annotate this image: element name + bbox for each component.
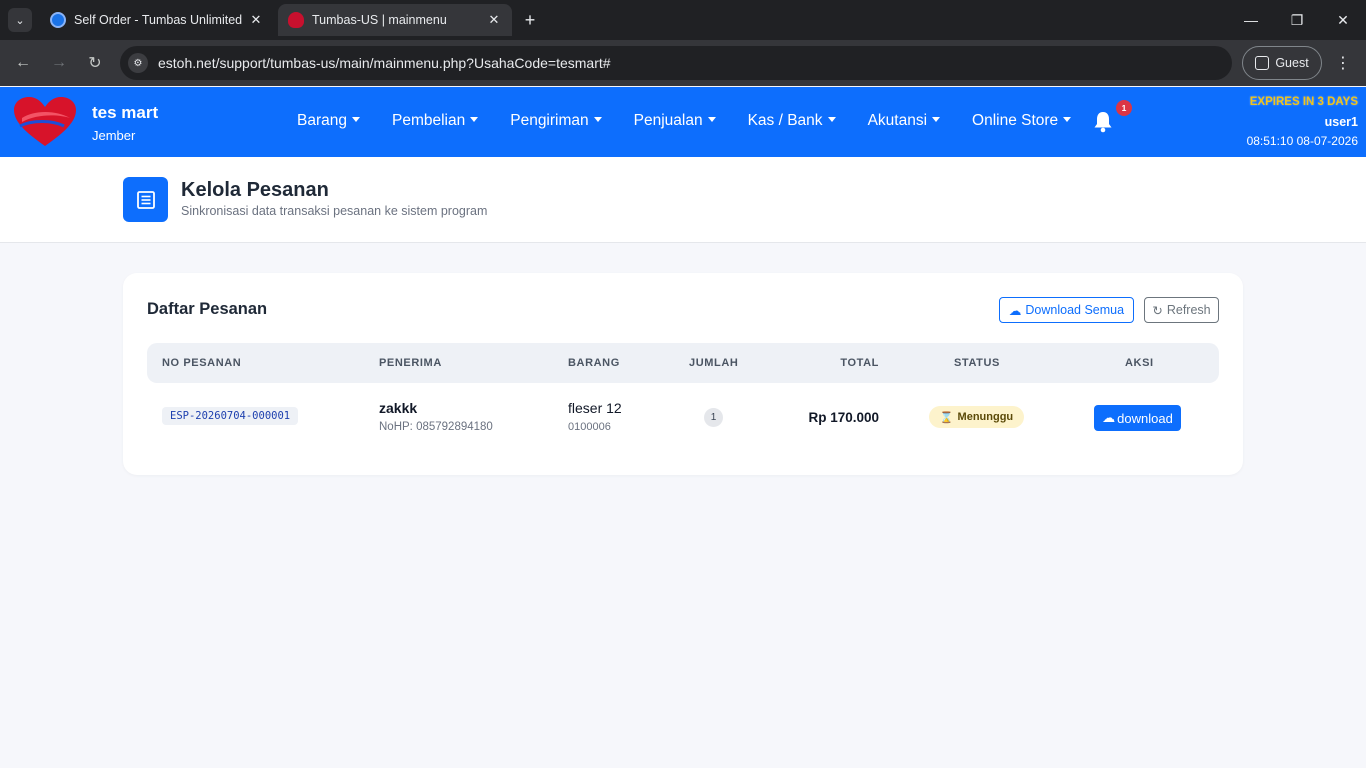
notification-badge: 1	[1116, 100, 1132, 116]
order-number: ESP-20260704-000001	[162, 407, 299, 425]
brand-name: tes mart	[92, 103, 159, 122]
column-header: JUMLAH	[689, 357, 739, 369]
new-tab-button[interactable]: +	[518, 8, 542, 32]
item-code: 0100006	[568, 421, 611, 433]
chevron-down-icon: ⌄	[15, 14, 25, 27]
column-header: STATUS	[954, 357, 1000, 369]
recipient-name: zakkk	[379, 400, 418, 416]
browser-menu-button[interactable]: ⋮	[1334, 51, 1352, 75]
refresh-button[interactable]: ↻ Refresh	[1144, 297, 1219, 323]
main-menu: Barang Pembelian Pengiriman Penjualan Ka…	[297, 112, 1103, 130]
caret-down-icon	[351, 117, 360, 122]
profile-icon	[1255, 56, 1270, 70]
menu-pengiriman[interactable]: Pengiriman	[510, 112, 602, 130]
profile-label: Guest	[1275, 56, 1309, 70]
url-text[interactable]: estoh.net/support/tumbas-us/main/mainmen…	[158, 55, 611, 71]
tab-favicon-icon	[50, 12, 66, 28]
brand-city: Jember	[92, 128, 136, 143]
minimize-button[interactable]: —	[1228, 0, 1274, 40]
back-button[interactable]: ←	[11, 51, 35, 75]
expires-notice: EXPIRES IN 3 DAYS	[1249, 96, 1358, 108]
caret-down-icon	[470, 117, 479, 122]
item-name: fleser 12	[568, 400, 622, 416]
browser-tab-mainmenu[interactable]: Tumbas-US | mainmenu ✕	[278, 4, 512, 36]
tab-title: Self Order - Tumbas Unlimited	[74, 13, 243, 27]
hourglass-icon: ⌛	[939, 411, 954, 424]
download-order-button[interactable]: ☁ download	[1094, 405, 1181, 431]
caret-down-icon	[932, 117, 941, 122]
orders-card: Daftar Pesanan ☁ Download Semua ↻ Refres…	[123, 273, 1243, 475]
browser-toolbar: ← → ↻ ⚙ estoh.net/support/tumbas-us/main…	[0, 40, 1366, 86]
reload-button[interactable]: ↻	[83, 51, 107, 75]
table-row: ESP-20260704-000001 zakkk NoHP: 08579289…	[147, 385, 1219, 453]
orders-card-title: Daftar Pesanan	[147, 300, 268, 318]
page-subtitle: Sinkronisasi data transaksi pesanan ke s…	[181, 204, 488, 218]
table-header: NO PESANAN PENERIMA BARANG JUMLAH TOTAL …	[147, 343, 1219, 383]
recipient-phone: NoHP: 085792894180	[379, 421, 493, 433]
close-window-button[interactable]: ✕	[1320, 0, 1366, 40]
order-list-icon	[123, 177, 168, 222]
app-navbar: tes mart Jember Barang Pembelian Pengiri…	[0, 87, 1366, 157]
caret-down-icon	[707, 117, 716, 122]
close-tab-icon[interactable]: ✕	[486, 12, 502, 28]
site-info-icon[interactable]: ⚙	[128, 53, 148, 73]
column-header: TOTAL	[840, 357, 879, 369]
browser-tab-self-order[interactable]: Self Order - Tumbas Unlimited ✕	[40, 4, 274, 36]
datetime: 08:51:10 08-07-2026	[1246, 134, 1358, 148]
menu-penjualan[interactable]: Penjualan	[634, 112, 716, 130]
order-total: Rp 170.000	[808, 410, 879, 425]
status-badge: ⌛ Menunggu	[929, 406, 1024, 428]
restore-button[interactable]: ❐	[1274, 0, 1320, 40]
caret-down-icon	[593, 117, 602, 122]
username[interactable]: user1	[1325, 115, 1358, 129]
cloud-download-icon: ☁	[1008, 303, 1022, 318]
quantity-badge: 1	[704, 408, 723, 427]
menu-online-store[interactable]: Online Store	[972, 112, 1072, 130]
menu-barang[interactable]: Barang	[297, 112, 360, 130]
menu-pembelian[interactable]: Pembelian	[392, 112, 479, 130]
bell-icon[interactable]	[1093, 111, 1113, 133]
close-tab-icon[interactable]: ✕	[248, 12, 264, 28]
column-header: PENERIMA	[379, 357, 442, 369]
address-bar[interactable]: ⚙ estoh.net/support/tumbas-us/main/mainm…	[120, 46, 1232, 80]
heart-logo-icon	[14, 97, 76, 146]
caret-down-icon	[1063, 117, 1072, 122]
browser-tabbar: ⌄ Self Order - Tumbas Unlimited ✕ Tumbas…	[0, 0, 1366, 40]
refresh-icon: ↻	[1152, 303, 1163, 318]
page-title: Kelola Pesanan	[181, 179, 329, 201]
cloud-download-icon: ☁	[1102, 410, 1116, 425]
forward-button[interactable]: →	[47, 51, 71, 75]
column-header: NO PESANAN	[162, 357, 242, 369]
menu-akutansi[interactable]: Akutansi	[868, 112, 941, 130]
caret-down-icon	[827, 117, 836, 122]
download-all-button[interactable]: ☁ Download Semua	[999, 297, 1134, 323]
tab-title: Tumbas-US | mainmenu	[312, 13, 447, 27]
menu-kas-bank[interactable]: Kas / Bank	[748, 112, 836, 130]
column-header: AKSI	[1125, 357, 1154, 369]
page-header: Kelola Pesanan Sinkronisasi data transak…	[0, 157, 1366, 243]
profile-button[interactable]: Guest	[1242, 46, 1322, 80]
tab-search-button[interactable]: ⌄	[8, 8, 32, 32]
column-header: BARANG	[568, 357, 620, 369]
tab-favicon-icon	[288, 12, 304, 28]
